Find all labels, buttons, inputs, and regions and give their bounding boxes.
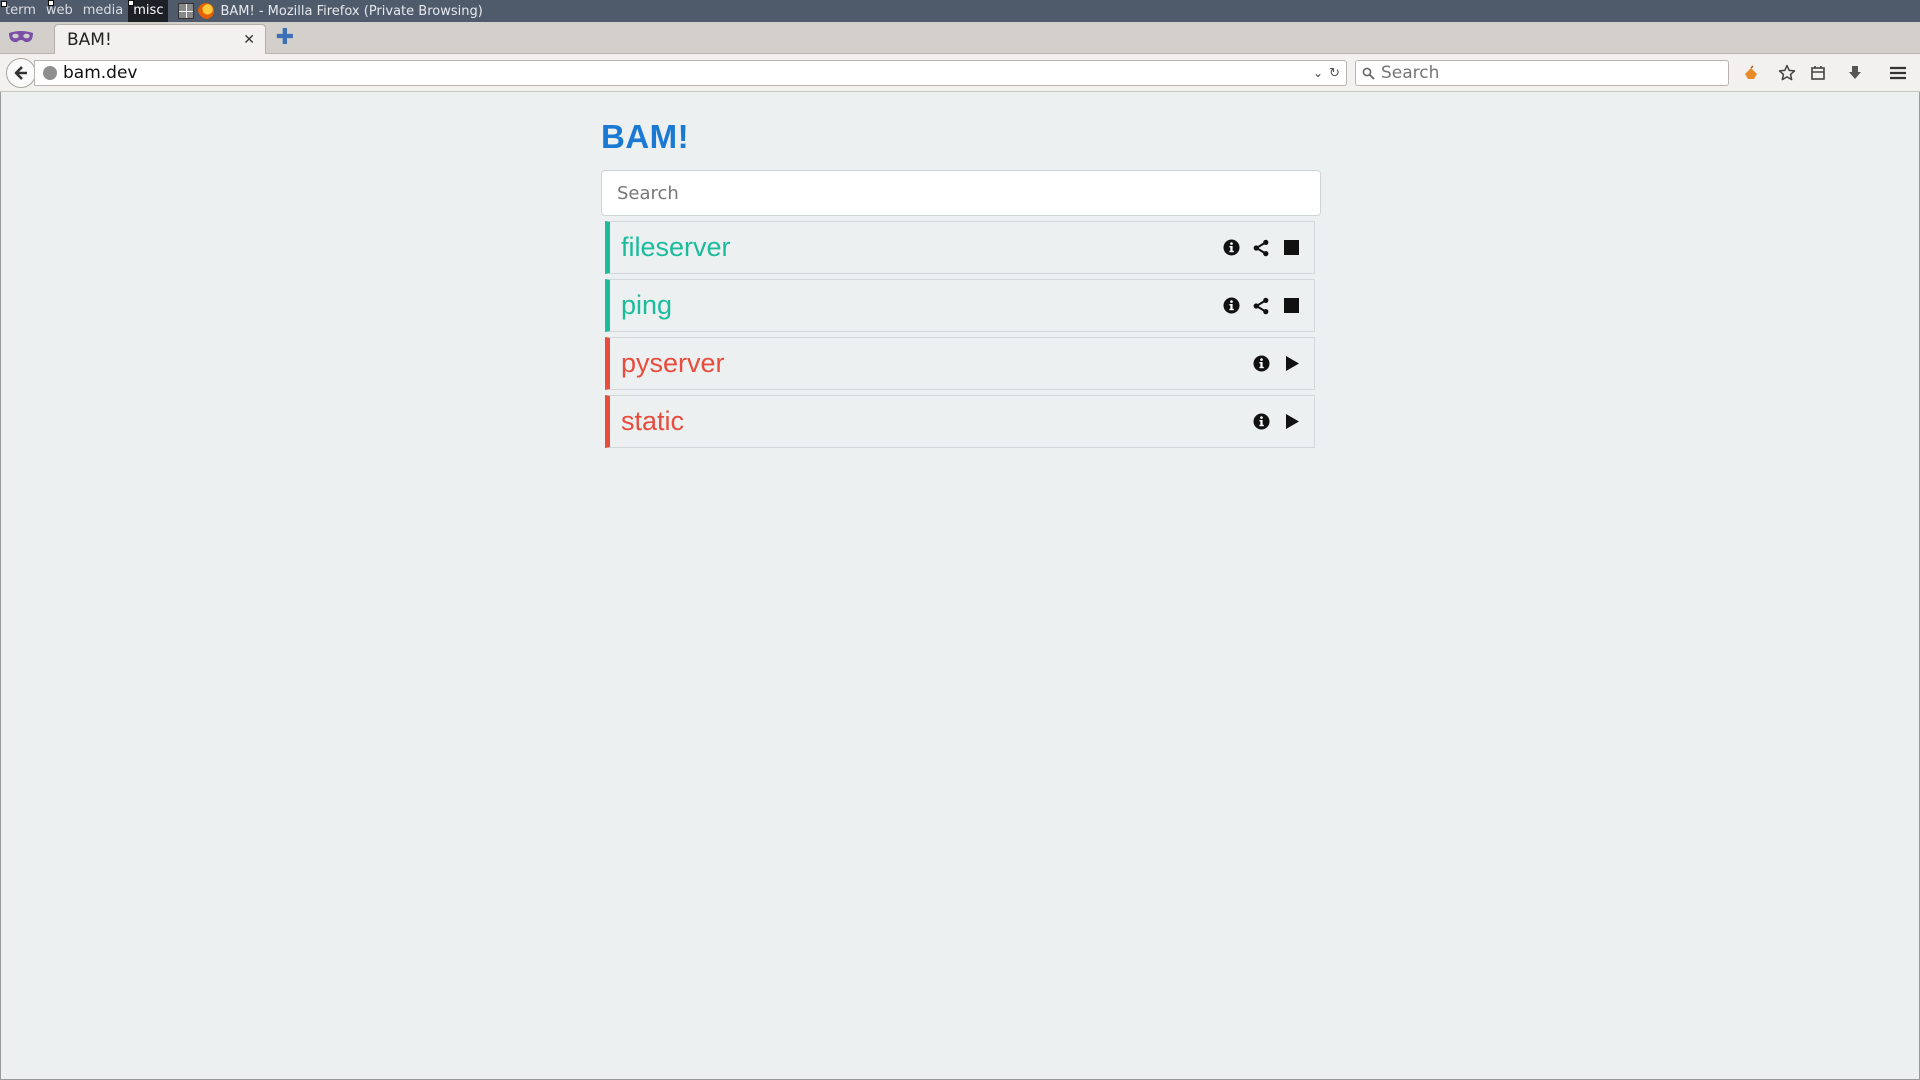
service-actions xyxy=(1222,297,1300,315)
service-item-static[interactable]: static xyxy=(605,395,1315,448)
main-container: BAM! fileserver ping xyxy=(601,92,1321,453)
back-arrow-icon xyxy=(14,66,27,80)
reload-icon[interactable]: ↻ xyxy=(1329,66,1340,81)
info-icon[interactable] xyxy=(1222,297,1240,315)
service-item-pyserver[interactable]: pyserver xyxy=(605,337,1315,390)
service-actions xyxy=(1252,355,1300,373)
service-name: static xyxy=(621,406,685,436)
service-item-ping[interactable]: ping xyxy=(605,279,1315,332)
window-manager-bar: term web media misc BAM! - Mozilla Firef… xyxy=(0,0,1920,22)
tab-title: BAM! xyxy=(67,29,112,50)
share-icon[interactable] xyxy=(1252,239,1270,257)
globe-icon xyxy=(43,66,57,80)
share-icon[interactable] xyxy=(1252,297,1270,315)
url-dropdown-icon[interactable]: ⌄ xyxy=(1313,66,1323,80)
service-item-fileserver[interactable]: fileserver xyxy=(605,221,1315,274)
service-name: ping xyxy=(621,290,673,320)
tab-bam[interactable]: BAM! ✕ xyxy=(54,24,266,54)
tab-strip: BAM! ✕ ✚ xyxy=(0,22,1920,54)
url-bar[interactable]: bam.dev ⌄ ↻ xyxy=(34,60,1347,86)
service-actions xyxy=(1252,413,1300,431)
stop-icon[interactable] xyxy=(1282,239,1300,257)
navigation-bar: bam.dev ⌄ ↻ xyxy=(0,54,1920,92)
workspace-misc[interactable]: misc xyxy=(128,0,169,22)
firefox-icon xyxy=(198,3,215,19)
service-list: fileserver ping pyserver static xyxy=(601,221,1321,448)
workspace-list: term web media misc xyxy=(0,0,169,22)
info-icon[interactable] xyxy=(1252,355,1270,373)
page-content: BAM! fileserver ping xyxy=(0,92,1920,1080)
bookmarks-menu-icon[interactable] xyxy=(1807,62,1829,84)
service-name: fileserver xyxy=(621,232,731,262)
workspace-media[interactable]: media xyxy=(78,0,129,22)
play-icon[interactable] xyxy=(1282,413,1300,431)
window-title: BAM! - Mozilla Firefox (Private Browsing… xyxy=(220,3,483,19)
brand-title[interactable]: BAM! xyxy=(601,118,1321,158)
private-browsing-mask-icon xyxy=(9,31,33,43)
extension-icon[interactable] xyxy=(1740,62,1762,84)
play-icon[interactable] xyxy=(1282,355,1300,373)
info-icon[interactable] xyxy=(1222,239,1240,257)
url-text[interactable]: bam.dev xyxy=(63,63,1313,83)
info-icon[interactable] xyxy=(1252,413,1270,431)
service-actions xyxy=(1222,239,1300,257)
workspace-web[interactable]: web xyxy=(41,0,78,22)
browser-search-input[interactable] xyxy=(1379,62,1728,84)
new-tab-icon[interactable]: ✚ xyxy=(274,27,296,49)
service-search-input[interactable] xyxy=(601,170,1321,216)
service-name: pyserver xyxy=(621,348,725,378)
back-button[interactable] xyxy=(6,58,36,88)
bookmark-star-icon[interactable] xyxy=(1776,62,1798,84)
downloads-icon[interactable] xyxy=(1844,62,1866,84)
layout-icon[interactable] xyxy=(178,3,195,19)
search-icon xyxy=(1362,67,1375,80)
stop-icon[interactable] xyxy=(1282,297,1300,315)
close-tab-icon[interactable]: ✕ xyxy=(243,32,255,48)
workspace-term[interactable]: term xyxy=(0,0,41,22)
browser-search-bar[interactable] xyxy=(1355,60,1729,86)
hamburger-menu-icon[interactable] xyxy=(1887,62,1909,84)
